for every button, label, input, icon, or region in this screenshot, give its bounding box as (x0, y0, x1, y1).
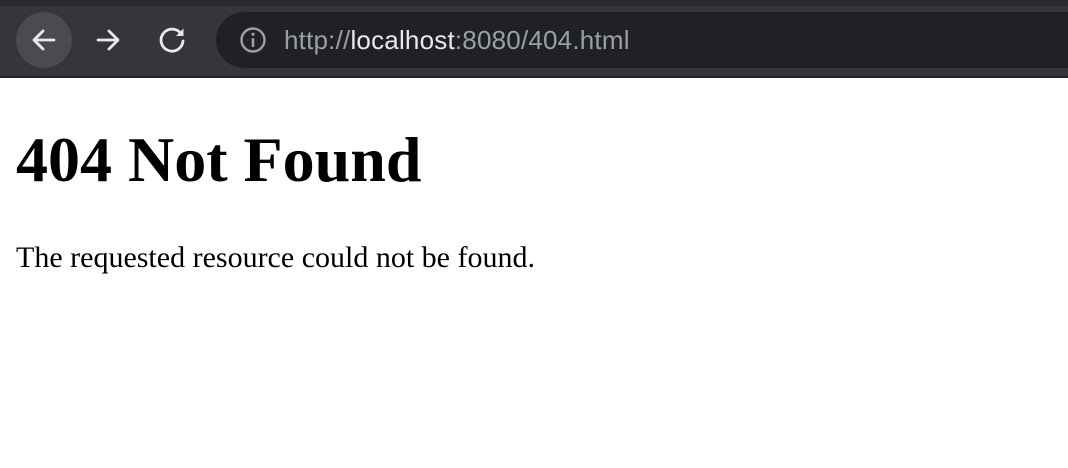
reload-icon (159, 27, 185, 53)
address-bar[interactable]: http://localhost:8080/404.html (216, 12, 1068, 68)
reload-button[interactable] (144, 12, 200, 68)
arrow-left-icon (32, 29, 56, 51)
url-scheme: http:// (284, 24, 351, 55)
back-button[interactable] (16, 12, 72, 68)
page-title: 404 Not Found (16, 124, 422, 195)
info-circle-icon[interactable] (238, 25, 268, 55)
arrow-right-icon (96, 29, 120, 51)
url-host: localhost (350, 24, 455, 55)
page-content: 404 Not Found The requested resource cou… (16, 78, 1056, 273)
url-path: :8080/404.html (454, 24, 630, 55)
toolbar-top-edge (0, 0, 1068, 6)
browser-toolbar: http://localhost:8080/404.html (0, 0, 1068, 78)
forward-button[interactable] (80, 12, 136, 68)
error-message: The requested resource could not be foun… (16, 241, 535, 274)
url-text[interactable]: http://localhost:8080/404.html (284, 25, 630, 56)
